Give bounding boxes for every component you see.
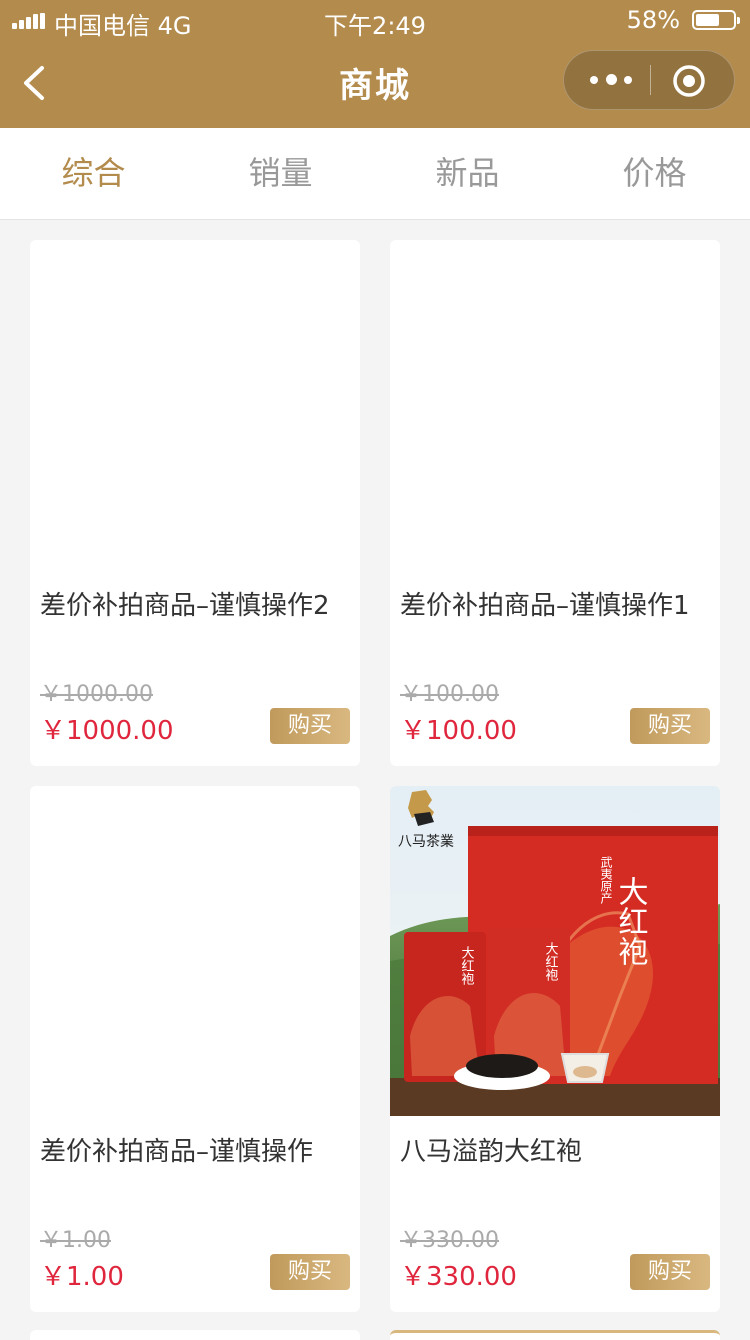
battery-percent: 58% bbox=[626, 6, 680, 34]
product-price: ￥1000.00 bbox=[40, 716, 174, 746]
top-bar: 中国电信 4G 下午2:49 58% 商城 bbox=[0, 0, 750, 128]
product-image[interactable] bbox=[30, 786, 360, 1116]
product-image[interactable] bbox=[390, 240, 720, 570]
product-card[interactable]: 差价补拍商品–谨慎操作 ￥1.00 ￥1.00 购买 bbox=[30, 786, 360, 1312]
buy-button[interactable]: 购买 bbox=[270, 1254, 350, 1290]
original-price: ￥1000.00 bbox=[40, 682, 153, 707]
product-price: ￥1.00 bbox=[40, 1262, 124, 1292]
product-name: 差价补拍商品–谨慎操作1 bbox=[400, 591, 690, 621]
capsule-divider bbox=[650, 65, 651, 95]
tab-price[interactable]: 价格 bbox=[561, 128, 748, 219]
dahongpao-tea-photo: 八马茶業 大红袍 武夷原产 大红袍 大红袍 bbox=[390, 786, 720, 1116]
product-card[interactable]: 差价补拍商品–谨慎操作1 ￥100.00 ￥100.00 购买 bbox=[390, 240, 720, 766]
tab-overall[interactable]: 综合 bbox=[0, 128, 187, 219]
svg-text:武夷原产: 武夷原产 bbox=[599, 856, 613, 905]
original-price: ￥100.00 bbox=[400, 682, 499, 707]
tab-new[interactable]: 新品 bbox=[374, 128, 561, 219]
tab-sales[interactable]: 销量 bbox=[187, 128, 374, 219]
product-card[interactable]: 差价补拍商品–谨慎操作2 ￥1000.00 ￥1000.00 购买 bbox=[30, 240, 360, 766]
product-name: 差价补拍商品–谨慎操作 bbox=[40, 1137, 314, 1167]
svg-text:大红袍: 大红袍 bbox=[543, 942, 559, 981]
next-product-card-edge bbox=[390, 1330, 720, 1340]
buy-button[interactable]: 购买 bbox=[630, 1254, 710, 1290]
product-name: 八马溢韵大红袍 bbox=[400, 1137, 583, 1167]
buy-button[interactable]: 购买 bbox=[270, 708, 350, 744]
svg-text:大红袍: 大红袍 bbox=[613, 876, 649, 966]
mini-program-capsule bbox=[563, 50, 735, 110]
close-target-icon[interactable] bbox=[672, 64, 706, 98]
battery-icon bbox=[692, 10, 740, 30]
original-price: ￥1.00 bbox=[40, 1228, 111, 1253]
product-price: ￥330.00 bbox=[400, 1262, 517, 1292]
buy-button[interactable]: 购买 bbox=[630, 708, 710, 744]
product-price: ￥100.00 bbox=[400, 716, 517, 746]
product-name: 差价补拍商品–谨慎操作2 bbox=[40, 591, 330, 621]
product-image[interactable]: 八马茶業 大红袍 武夷原产 大红袍 大红袍 bbox=[390, 786, 720, 1116]
svg-text:八马茶業: 八马茶業 bbox=[398, 834, 454, 850]
sort-tab-bar: 综合 销量 新品 价格 bbox=[0, 128, 750, 220]
original-price: ￥330.00 bbox=[400, 1228, 499, 1253]
nav-bar: 商城 bbox=[0, 40, 750, 128]
next-product-card-edge bbox=[30, 1330, 360, 1340]
more-icon[interactable] bbox=[582, 51, 650, 109]
product-card[interactable]: 八马茶業 大红袍 武夷原产 大红袍 大红袍 八马溢韵大红袍 ￥330.00 ￥3… bbox=[390, 786, 720, 1312]
svg-text:大红袍: 大红袍 bbox=[459, 946, 475, 985]
product-image[interactable] bbox=[30, 240, 360, 570]
status-bar: 中国电信 4G 下午2:49 58% bbox=[0, 0, 750, 40]
